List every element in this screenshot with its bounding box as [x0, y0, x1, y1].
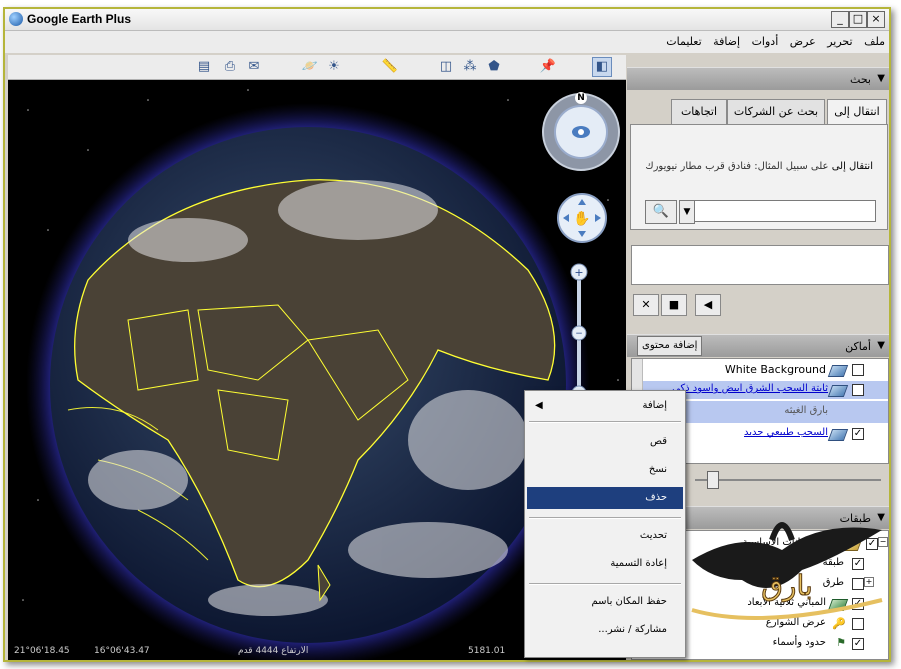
goto-example: على سبيل المثال: فنادق قرب مطار نيويورك — [645, 161, 829, 172]
tab-goto[interactable]: انتقال إلى — [827, 99, 887, 126]
email-icon[interactable]: ✉ — [244, 57, 264, 77]
checkbox[interactable]: ✓ — [852, 428, 864, 440]
menu-item-rename[interactable]: إعادة التسمية — [527, 553, 683, 575]
menu-item-cut[interactable]: قص — [527, 431, 683, 453]
checkbox[interactable] — [852, 384, 864, 396]
planet-icon[interactable]: 🪐 — [300, 57, 320, 77]
print-icon[interactable]: ▤ — [194, 57, 214, 77]
search-results[interactable] — [631, 245, 889, 285]
place-description: بارق الغيثه — [784, 405, 828, 416]
status-lon: 16°06'43.47 — [94, 646, 150, 656]
history-dropdown-button[interactable]: ▼ — [679, 200, 695, 224]
menu-item-refresh[interactable]: تحديث — [527, 525, 683, 547]
slider-thumb[interactable] — [707, 471, 719, 489]
svg-text:−: − — [575, 329, 583, 339]
collapse-icon[interactable]: ▼ — [877, 73, 885, 84]
list-item[interactable]: White Background — [632, 361, 888, 379]
menu-item-share[interactable]: مشاركة / نشر... — [527, 619, 683, 641]
close-button[interactable]: × — [867, 11, 885, 28]
menu-help[interactable]: تعليمات — [662, 31, 705, 52]
menu-file[interactable]: ملف — [860, 31, 889, 52]
collapse-icon[interactable]: ▼ — [877, 340, 885, 351]
menu-view[interactable]: عرض — [786, 31, 820, 52]
zoom-slider[interactable]: + − − — [570, 263, 588, 403]
search-tabs: انتقال إلى بحث عن الشركات اتجاهات — [631, 99, 889, 126]
play-icon: ◀ — [703, 298, 713, 311]
look-joystick[interactable]: N — [541, 92, 621, 172]
menu-item-copy[interactable]: نسخ — [527, 459, 683, 481]
goto-input[interactable] — [694, 200, 876, 222]
add-overlay-icon[interactable]: ◫ — [436, 57, 456, 77]
play-button[interactable]: ◀ — [695, 294, 721, 316]
folder-layer-icon — [827, 429, 849, 441]
menu-edit[interactable]: تحرير — [823, 31, 856, 52]
add-placemark-icon[interactable]: 📌 — [538, 57, 558, 77]
menu-item-save-place[interactable]: حفظ المكان باسم — [527, 591, 683, 613]
status-elevation: الارتفاع 4444 قدم — [238, 646, 309, 656]
svg-text:✋: ✋ — [573, 210, 590, 227]
places-panel-title: أماكن — [845, 340, 871, 353]
tab-directions[interactable]: اتجاهات — [671, 99, 727, 125]
move-joystick[interactable]: ✋ — [557, 193, 607, 243]
places-panel-header[interactable]: أماكن ▼ إضافة محتوى — [627, 334, 889, 357]
title-bar[interactable]: Google Earth Plus _ □ × — [5, 9, 889, 31]
place-link[interactable]: السحب طبيعي جديد — [744, 427, 828, 438]
stop-button[interactable]: ■ — [661, 294, 687, 316]
status-lat: 21°06'18.45 — [14, 646, 70, 656]
minimize-button[interactable]: _ — [831, 11, 849, 28]
context-menu: إضافة ◀ قص نسخ حذف تحديث إعادة التسمية ح… — [524, 390, 686, 658]
checkbox[interactable] — [852, 364, 864, 376]
app-globe-icon — [9, 12, 23, 26]
add-path-icon[interactable]: ⁂ — [460, 57, 480, 77]
search-panel-title: بحث — [850, 73, 871, 86]
sidebar-toggle-icon[interactable]: ◧ — [592, 57, 612, 77]
menu-item-delete[interactable]: حذف — [527, 487, 683, 509]
maximize-button[interactable]: □ — [849, 11, 867, 28]
clear-button[interactable]: ✕ — [633, 294, 659, 316]
search-panel-header[interactable]: بحث ▼ — [627, 67, 889, 90]
ruler-icon[interactable]: 📏 — [380, 57, 400, 77]
sunlight-icon[interactable]: ☀ — [324, 57, 344, 77]
menu-tools[interactable]: أدوات — [748, 31, 783, 52]
status-eye-alt: 5181.01 — [468, 646, 506, 656]
goto-panel: انتقال إلى على سبيل المثال: فنادق قرب مط… — [630, 124, 888, 230]
menu-item-label: إضافة — [642, 400, 667, 411]
tab-business[interactable]: بحث عن الشركات — [727, 99, 825, 125]
north-indicator[interactable]: N — [575, 92, 587, 104]
window-title: Google Earth Plus — [27, 12, 132, 26]
folder-layer-icon — [827, 385, 849, 397]
svg-text:+: + — [574, 266, 583, 279]
search-icon: 🔍 — [652, 204, 670, 219]
add-polygon-icon[interactable]: ⬟ — [484, 57, 504, 77]
close-icon: ✕ — [641, 298, 651, 311]
toolbar: ▤ ⎙ ✉ 🪐 ☀ 📏 ◫ ⁂ ⬟ 📌 ◧ — [8, 55, 626, 80]
menu-bar: ملف تحرير عرض أدوات إضافة تعليمات — [5, 31, 889, 53]
search-button[interactable]: 🔍 — [645, 200, 677, 224]
stop-icon: ■ — [668, 298, 680, 311]
menu-add[interactable]: إضافة — [709, 31, 744, 52]
place-link[interactable]: ثابتة السحب الشرق ابيض واسود ذكي — [672, 383, 828, 394]
submenu-arrow-icon: ◀ — [535, 400, 543, 411]
add-content-button[interactable]: إضافة محتوى — [637, 336, 703, 356]
watermark-logo: ﺑﺎﺭﻕ — [682, 500, 892, 650]
svg-text:ﺑﺎﺭﻕ: ﺑﺎﺭﻕ — [761, 569, 813, 602]
place-label: White Background — [724, 363, 826, 376]
folder-layer-icon — [827, 365, 849, 377]
goto-label: انتقال إلى — [831, 161, 873, 172]
menu-item-add[interactable]: إضافة ◀ — [527, 395, 683, 417]
print-icon[interactable]: ⎙ — [220, 57, 240, 77]
